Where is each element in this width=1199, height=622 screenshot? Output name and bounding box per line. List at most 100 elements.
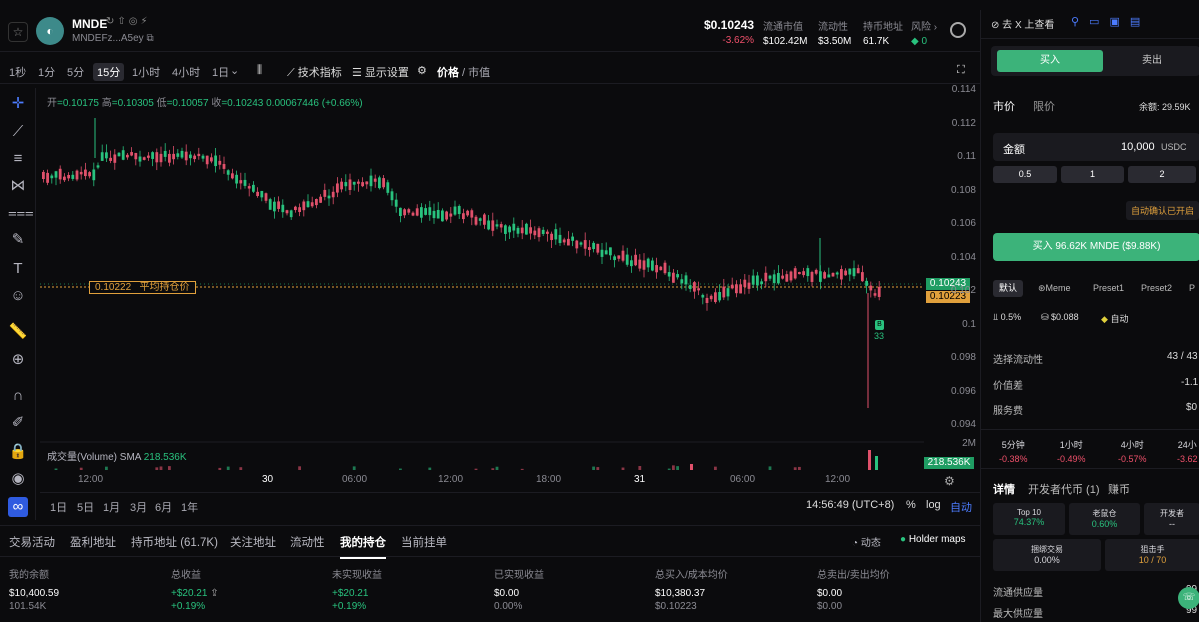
pattern-icon[interactable]: ⋈ (8, 176, 28, 196)
sell-tab[interactable]: 卖出 (1107, 50, 1197, 72)
log-toggle[interactable]: log (926, 499, 941, 511)
amount-input[interactable]: 金额 10,000 USDC (993, 133, 1199, 161)
range-1d[interactable]: 1日 (50, 499, 67, 515)
holder-maps-button[interactable]: ● Holder maps (900, 534, 966, 545)
indicators-button[interactable]: ⟋ 技术指标 (287, 64, 342, 80)
token-actions-icons[interactable]: ↻⇧◎⚡ (106, 16, 151, 27)
detail-tab[interactable]: 详情 (993, 481, 1015, 497)
buy-marker[interactable]: B (875, 320, 884, 330)
candle-body (310, 202, 314, 207)
candle-body (504, 225, 507, 234)
change-1h: 1小时 -0.49% (1057, 440, 1086, 464)
candle-body (495, 224, 499, 227)
tab-open-orders[interactable]: 当前挂单 (401, 534, 447, 550)
candle-body (541, 229, 545, 234)
tf-1d[interactable]: 1日 (212, 64, 229, 80)
tab-trades[interactable]: 交易活动 (9, 534, 55, 550)
lock-icon[interactable]: 🔒 (8, 442, 28, 462)
candle-body (298, 207, 301, 213)
earn-tab[interactable]: 赚币 (1108, 481, 1130, 497)
dev-tokens-tab[interactable]: 开发者代币 (1) (1028, 481, 1100, 497)
preset-tab-more[interactable]: P (1189, 283, 1195, 293)
ruler-icon[interactable]: 📏 (8, 322, 28, 342)
range-1y[interactable]: 1年 (181, 499, 198, 515)
zoom-in-icon[interactable]: ⊕ (8, 350, 28, 370)
token-header: ☆ ◐ MNDE ↻⇧◎⚡ MNDEFz...A5ey ⧉ $0.10243 -… (0, 10, 980, 52)
price-chart[interactable] (40, 88, 924, 472)
stat-risk[interactable]: 风险 › ◆ 0 (911, 18, 937, 47)
link-icon[interactable]: ∞ (8, 497, 28, 517)
preset-tab-meme[interactable]: ⊛Meme (1038, 283, 1071, 294)
crosshair-icon[interactable]: ✛ (8, 94, 28, 114)
horizontal-lines-icon[interactable]: ≡ (8, 149, 28, 169)
tf-15m[interactable]: 15分 (93, 63, 125, 81)
tf-1h[interactable]: 1小时 (132, 64, 160, 80)
x-link[interactable]: ⊘ 去 X 上查看 (991, 16, 1054, 31)
mev-protect[interactable]: ◆ 自动 (1101, 312, 1128, 325)
candle-type-icon[interactable]: ⫼ (257, 64, 262, 77)
volume-bar (495, 466, 499, 470)
preset-2[interactable]: 2 (1128, 166, 1196, 183)
time-tick: 12:00 (825, 474, 851, 485)
candle-body (697, 288, 700, 291)
market-tab[interactable]: 市价 (993, 98, 1015, 114)
text-icon[interactable]: T (8, 259, 28, 279)
candle-body (583, 240, 587, 249)
token-address[interactable]: MNDEFz...A5ey ⧉ (72, 33, 154, 44)
axis-settings-icon[interactable]: ⚙ (944, 474, 955, 488)
tf-5m[interactable]: 5分 (67, 64, 84, 80)
pool-value[interactable]: 43 / 43 (1167, 351, 1198, 362)
price-mcap-toggle[interactable]: 价格 / 市值 (437, 64, 490, 80)
panel-icons[interactable]: ⚲▭▣▤ (1071, 15, 1150, 28)
buy-submit-button[interactable]: 买入 96.62K MNDE ($9.88K) (993, 233, 1199, 261)
preset-tab-2[interactable]: Preset2 (1141, 283, 1172, 293)
auto-confirm-badge[interactable]: 自动确认已开启 (1126, 201, 1199, 220)
tab-watched[interactable]: 关注地址 (230, 534, 276, 550)
chevron-down-icon[interactable]: ⌄ (230, 64, 239, 77)
price-block: $0.10243 -3.62% (704, 18, 754, 46)
candle-body (306, 201, 310, 208)
slippage[interactable]: ⫫ 0.5% (993, 312, 1021, 323)
range-3m[interactable]: 3月 (130, 499, 147, 515)
priority-fee[interactable]: ⛁ $0.088 (1041, 312, 1079, 323)
brush-icon[interactable]: ✎ (8, 230, 28, 250)
preset-tab-1[interactable]: Preset1 (1093, 283, 1124, 293)
candle-body (96, 165, 100, 168)
range-5d[interactable]: 5日 (77, 499, 94, 515)
fullscreen-icon[interactable]: ⛶ (957, 64, 965, 77)
tab-holders[interactable]: 持币地址 (61.7K) (131, 534, 218, 550)
preset-1[interactable]: 1 (1061, 166, 1124, 183)
range-1m[interactable]: 1月 (103, 499, 120, 515)
star-icon[interactable]: ☆ (8, 22, 28, 42)
volume-bar (399, 468, 402, 470)
auto-toggle[interactable]: 自动 (950, 499, 972, 515)
pencil-lock-icon[interactable]: ✐ (8, 413, 28, 433)
eye-icon[interactable]: ◉ (8, 469, 28, 489)
range-6m[interactable]: 6月 (155, 499, 172, 515)
price-axis[interactable]: 0.10243 0.10223 2M 218.536K 0.114 0.112 0.… (924, 84, 980, 472)
fib-icon[interactable]: ⩶ (8, 203, 34, 223)
volume-bar (105, 466, 108, 470)
chat-icon[interactable]: ☏ (1178, 587, 1199, 609)
candle-body (848, 268, 852, 275)
tf-1s[interactable]: 1秒 (9, 64, 26, 80)
time-axis[interactable]: 12:00 30 06:00 12:00 18:00 31 06:00 12:00 (40, 474, 924, 488)
settings-icon[interactable] (950, 22, 966, 38)
preset-0-5[interactable]: 0.5 (993, 166, 1057, 183)
tf-1m[interactable]: 1分 (38, 64, 55, 80)
buy-tab[interactable]: 买入 (997, 50, 1103, 72)
emoji-icon[interactable]: ☺ (8, 286, 28, 306)
feed-button[interactable]: ◔ 动态 (852, 534, 881, 549)
gear-icon[interactable]: ⚙ (417, 64, 427, 77)
trendline-icon[interactable]: ⟋ (8, 122, 28, 142)
candle-body (810, 272, 814, 282)
magnet-icon[interactable]: ∩ (8, 386, 28, 406)
preset-tab-default[interactable]: 默认 (993, 280, 1023, 297)
tab-profit-addresses[interactable]: 盈利地址 (70, 534, 116, 550)
display-settings-button[interactable]: ☰ 显示设置 (352, 64, 409, 80)
limit-tab[interactable]: 限价 (1033, 98, 1055, 114)
percent-toggle[interactable]: % (906, 499, 916, 511)
tab-my-positions[interactable]: 我的持仓 (340, 534, 386, 559)
tf-4h[interactable]: 4小时 (172, 64, 200, 80)
tab-liquidity[interactable]: 流动性 (290, 534, 325, 550)
